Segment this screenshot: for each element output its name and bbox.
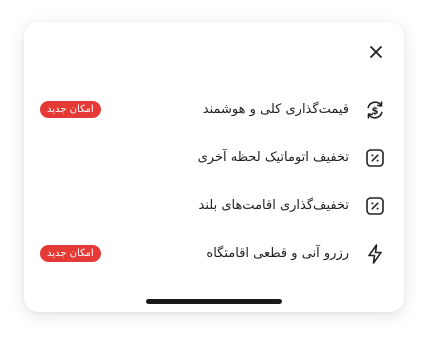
- home-indicator: [146, 299, 282, 304]
- bottom-sheet: امکان جدید قیمت‌گذاری کلی و هوشمند $ تخف…: [24, 22, 404, 312]
- menu-item-smart-pricing[interactable]: امکان جدید قیمت‌گذاری کلی و هوشمند $: [24, 95, 404, 125]
- close-button[interactable]: [366, 42, 386, 62]
- close-icon: [370, 46, 382, 58]
- price-refresh-icon: $: [363, 98, 387, 122]
- percent-discount-icon: [363, 146, 387, 170]
- menu-item-long-stay-discount[interactable]: تخفیف‌گذاری اقامت‌های بلند: [24, 191, 404, 221]
- menu-item-label: تخفیف‌گذاری اقامت‌های بلند: [198, 198, 349, 213]
- menu-item-label: رزرو آنی و قطعی اقامتگاه: [206, 246, 349, 261]
- menu-item-label: قیمت‌گذاری کلی و هوشمند: [202, 102, 349, 117]
- lightning-icon: [363, 242, 387, 266]
- menu-item-last-minute-discount[interactable]: تخفیف اتوماتیک لحظه آخری: [24, 143, 404, 173]
- svg-text:$: $: [372, 106, 379, 117]
- new-feature-badge: امکان جدید: [40, 101, 101, 118]
- menu-item-label: تخفیف اتوماتیک لحظه آخری: [197, 150, 349, 165]
- new-feature-badge: امکان جدید: [40, 245, 101, 262]
- menu-item-instant-booking[interactable]: امکان جدید رزرو آنی و قطعی اقامتگاه: [24, 239, 404, 269]
- percent-discount-icon: [363, 194, 387, 218]
